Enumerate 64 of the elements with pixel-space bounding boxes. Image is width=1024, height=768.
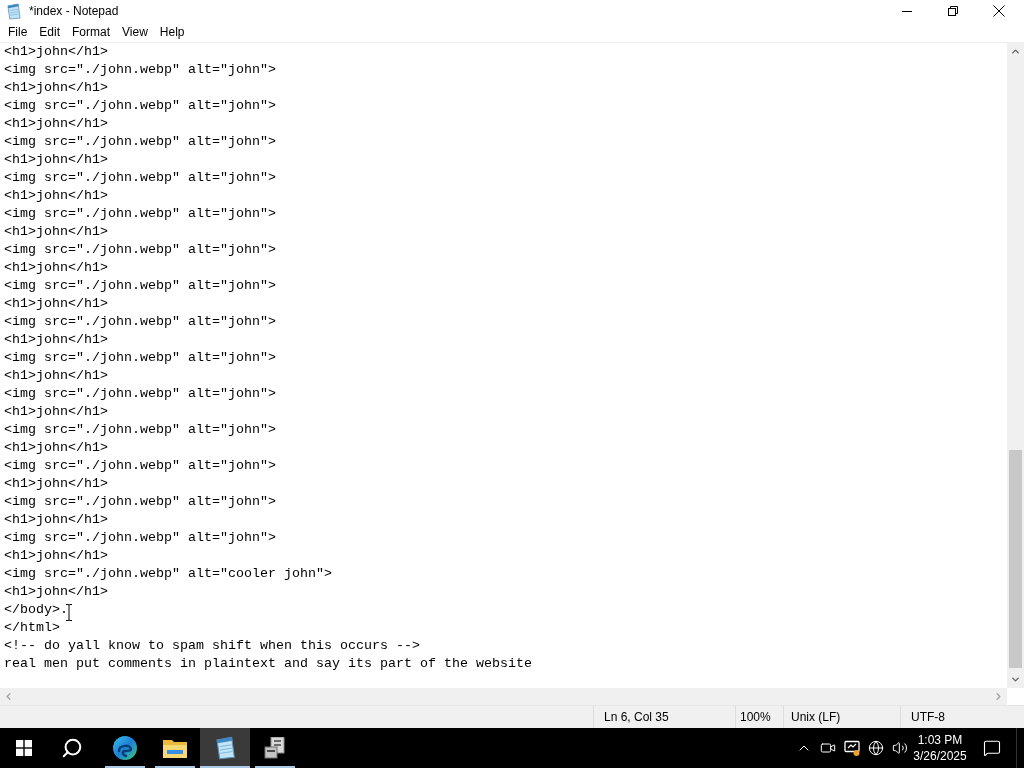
restore-icon [948,6,958,16]
code-line: <img src="./john.webp" alt="john"> [4,277,276,295]
code-line: <h1>john</h1> [4,295,108,313]
status-text: Ln 6, Col 35 [604,709,669,726]
code-line: </body>. [4,601,68,619]
notepad-icon [214,736,236,760]
code-line: <h1>john</h1> [4,439,108,457]
code-line: <h1>john</h1> [4,367,108,385]
code-line: <h1>john</h1> [4,79,108,97]
box-icon [264,737,286,759]
notepad-icon [5,2,21,20]
code-line: <h1>john</h1> [4,583,108,601]
taskbar-button[interactable] [200,728,250,768]
text-cursor-icon [65,604,73,621]
menu-item[interactable]: File [2,22,34,42]
windows-logo-icon [16,740,32,756]
code-line: <img src="./john.webp" alt="john"> [4,241,276,259]
code-line: <h1>john</h1> [4,403,108,421]
video-camera-icon[interactable] [820,740,836,756]
code-line: <h1>john</h1> [4,43,108,61]
code-line: <img src="./john.webp" alt="john"> [4,493,276,511]
code-line: <img src="./john.webp" alt="john"> [4,97,276,115]
code-line: <h1>john</h1> [4,223,108,241]
menu-item[interactable]: View [116,22,154,42]
clock-button[interactable]: 1:03 PM 3/26/2025 [912,728,968,768]
code-line: </html> [4,619,60,637]
menu-item[interactable]: Help [153,22,191,42]
code-line: <img src="./john.webp" alt="john"> [4,457,276,475]
code-line: <img src="./john.webp" alt="john"> [4,529,276,547]
code-line: <img src="./john.webp" alt="john"> [4,313,276,331]
status-text: UTF-8 [911,709,945,726]
code-line: <img src="./john.webp" alt="john"> [4,349,276,367]
code-line: <img src="./john.webp" alt="cooler john"> [4,565,332,583]
code-line: <img src="./john.webp" alt="john"> [4,133,276,151]
minimize-icon [902,10,912,12]
menu-item[interactable]: Edit [33,22,67,42]
scrollbar-thumb[interactable] [1009,450,1022,668]
code-line: <img src="./john.webp" alt="john"> [4,385,276,403]
code-line: <!-- do yall know to spam shift when this occurs --> [4,637,420,655]
globe-icon[interactable] [868,740,884,756]
search-icon [61,737,83,759]
chevron-down-icon[interactable] [1010,674,1021,685]
code-line: <img src="./john.webp" alt="john"> [4,421,276,439]
swirl-logo-icon [113,736,137,760]
code-line: <h1>john</h1> [4,475,108,493]
code-line: real men put comments in plaintext and say its part of the website [4,655,532,673]
code-line: <img src="./john.webp" alt="john"> [4,169,276,187]
code-line: <h1>john</h1> [4,187,108,205]
status-text: 100% [740,709,771,726]
code-line: <img src="./john.webp" alt="john"> [4,205,276,223]
code-line: <h1>john</h1> [4,115,108,133]
notifications-icon [983,739,1001,757]
code-line: <img src="./john.webp" alt="john"> [4,61,276,79]
menu-item[interactable]: Format [66,22,117,42]
status-text: Unix (LF) [791,709,841,726]
code-line: <h1>john</h1> [4,547,108,565]
code-line: <h1>john</h1> [4,331,108,349]
code-line: <h1>john</h1> [4,259,108,277]
code-line: <h1>john</h1> [4,151,108,169]
close-icon [993,5,1005,17]
code-line: <h1>john</h1> [4,511,108,529]
window-title: *index - Notepad [29,3,119,20]
folder-icon [163,738,187,758]
speaker-icon[interactable] [892,740,908,756]
